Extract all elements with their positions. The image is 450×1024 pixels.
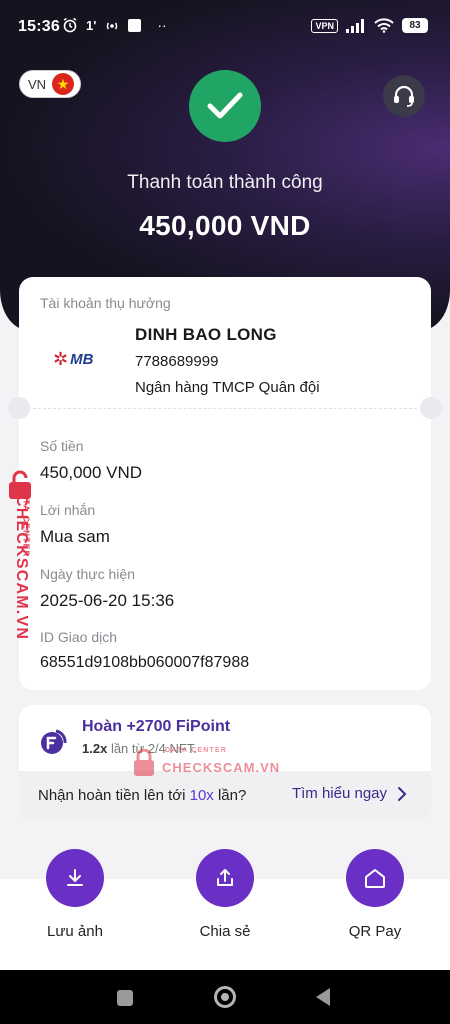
qr-pay-button[interactable]: QR Pay (325, 849, 425, 940)
amount-label: Số tiền (40, 438, 84, 454)
message-value: Mua sam (40, 527, 110, 546)
account-name: DINH BAO LONG (135, 325, 277, 344)
vietnam-flag-icon: ★ (52, 73, 75, 95)
watermark-vertical: CHECKSCAM.VN DATA CENTER (5, 470, 49, 660)
back-button[interactable] (316, 988, 330, 1006)
status-dots: ·· (157, 17, 167, 33)
amount-value: 450,000 VND (40, 463, 143, 482)
date-value: 2025-06-20 15:36 (40, 591, 175, 610)
success-amount: 450,000 VND (139, 210, 311, 241)
share-circle (196, 849, 254, 907)
status-left-icons: 1' ·· (62, 17, 167, 33)
watermark-center: DATA CENTER CHECKSCAM.VN (132, 745, 282, 781)
qr-pay-label: QR Pay (348, 923, 402, 940)
vpn-badge: VPN (311, 18, 338, 33)
bank-name: Ngân hàng TMCP Quân đội (135, 379, 320, 396)
share-button[interactable]: Chia sẻ (175, 849, 275, 940)
watermark-center-sub: DATA CENTER (165, 747, 228, 754)
system-nav-bar (0, 970, 450, 1024)
mb-logo-text: MB (70, 350, 94, 368)
wifi-icon (374, 18, 394, 33)
status-bar: 15:36 1' ·· VPN 83 (0, 0, 450, 56)
cashback-title: Hoàn +2700 FiPoint (82, 718, 231, 735)
status-right: VPN 83 (311, 18, 428, 33)
status-time: 15:36 (18, 18, 60, 35)
alarm-icon (63, 17, 77, 33)
mb-star-icon: ✲ (53, 349, 69, 369)
status-small-text: 1' (86, 17, 97, 33)
battery-indicator: 83 (402, 18, 428, 33)
ticket-notch-left (8, 397, 30, 419)
signal-icon (346, 18, 364, 33)
promo-prefix: Nhận hoàn tiền lên tới (38, 787, 186, 804)
account-number: 7788689999 (135, 353, 219, 370)
save-image-label: Lưu ảnh (47, 923, 103, 940)
support-button[interactable] (383, 75, 425, 117)
watermark-center-lock-icon (134, 749, 154, 776)
mb-bank-logo: ✲ MB (53, 347, 105, 371)
beneficiary-label: Tài khoản thụ hưởng (40, 295, 171, 311)
action-bar: Lưu ảnh Chia sẻ QR Pay (0, 849, 450, 970)
fipoint-icon (41, 729, 67, 754)
cashback-promo-text: Nhận hoàn tiền lên tới 10x lần? (38, 787, 246, 804)
ticket-notch-right (420, 397, 442, 419)
success-check-icon (189, 70, 261, 142)
promo-suffix: lần? (217, 787, 247, 804)
date-label: Ngày thực hiện (40, 566, 135, 582)
recents-button[interactable] (117, 990, 133, 1006)
success-title: Thanh toán thành công (127, 172, 323, 193)
learn-more-label: Tìm hiểu ngay (291, 785, 387, 802)
home-icon (365, 869, 385, 888)
qr-pay-circle (346, 849, 404, 907)
watermark-center-brand: CHECKSCAM.VN (162, 760, 281, 775)
receipt-card: Tài khoản thụ hưởng ✲ MB DINH BAO LONG 7… (8, 277, 442, 690)
home-button[interactable] (214, 986, 236, 1008)
share-label: Chia sẻ (199, 923, 251, 940)
headset-icon (394, 85, 414, 107)
transaction-id-label: ID Giao dịch (40, 629, 118, 645)
notification-square-icon (128, 18, 142, 32)
cashback-multiplier: 1.2x (82, 741, 108, 756)
promo-highlight: 10x (189, 787, 214, 804)
watermark-sub: DATA CENTER (21, 485, 31, 558)
download-icon (67, 869, 83, 886)
language-selector[interactable]: VN ★ (19, 70, 81, 98)
hotspot-icon (107, 22, 118, 30)
chevron-right-icon (398, 786, 407, 801)
share-icon (217, 869, 233, 886)
learn-more-link[interactable]: Tìm hiểu ngay (292, 785, 407, 802)
ticket-divider (33, 408, 417, 409)
language-label: VN (28, 76, 47, 92)
save-image-circle (46, 849, 104, 907)
transaction-id-value: 68551d9108bb060007f87988 (40, 654, 250, 671)
save-image-button[interactable]: Lưu ảnh (25, 849, 125, 940)
